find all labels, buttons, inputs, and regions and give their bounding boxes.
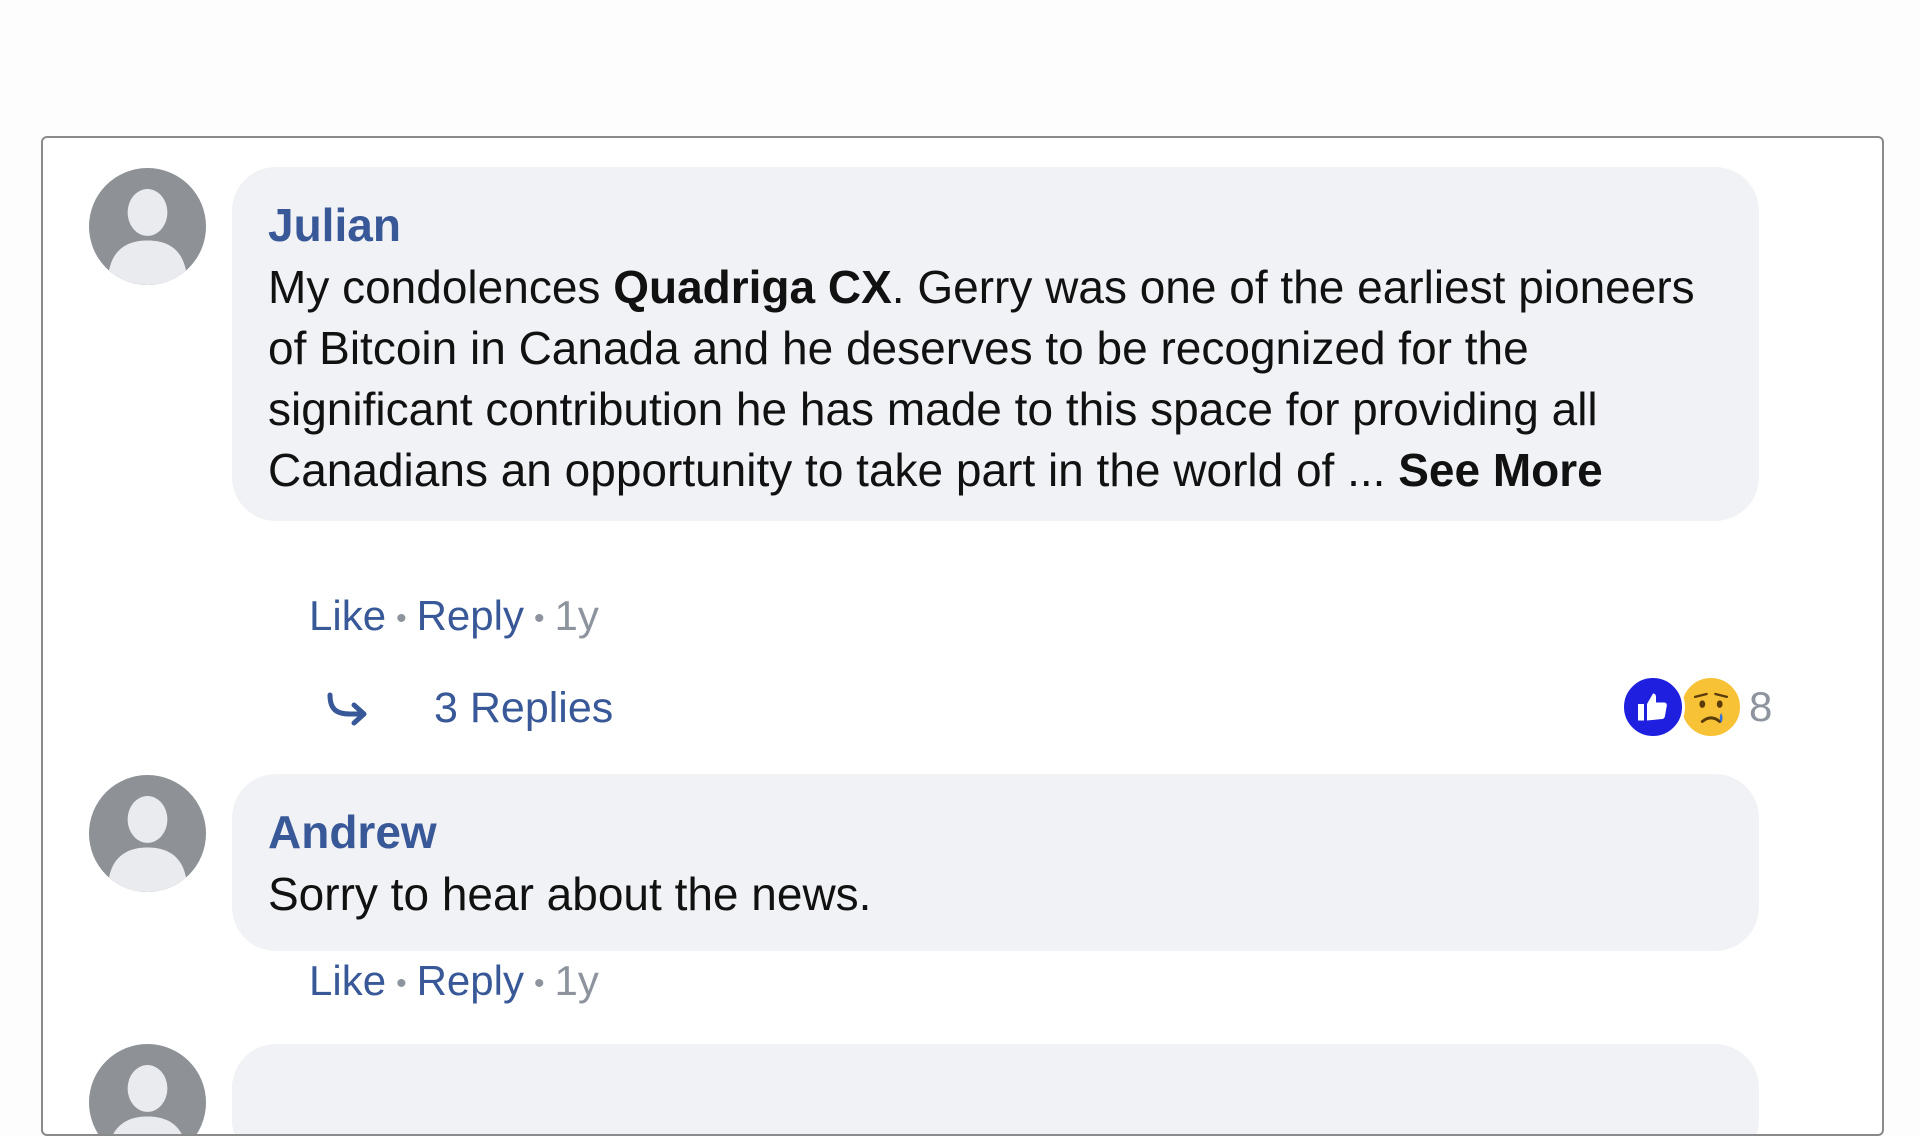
comment-author[interactable]: Andrew [268, 804, 1723, 860]
comment-actions: Like • Reply • 1y [309, 591, 599, 644]
comment-age: 1y [554, 957, 599, 1004]
comment-text: Sorry to hear about the news. [268, 868, 872, 920]
sad-icon [1679, 675, 1743, 739]
comment-text: My condolences Quadriga CX. Gerry was on… [268, 257, 1723, 501]
default-avatar-icon [89, 168, 206, 285]
like-button[interactable]: Like [309, 592, 386, 639]
separator-dot: • [396, 966, 407, 1000]
comment-bubble: Julian My condolences Quadriga CX. Gerry… [232, 167, 1759, 521]
comment-actions: Like • Reply • 1y [309, 956, 599, 1009]
default-avatar-icon [89, 1044, 206, 1134]
reply-arrow-icon [327, 692, 367, 725]
separator-dot: • [396, 601, 407, 635]
mention-tag[interactable]: Quadriga CX [613, 261, 892, 313]
like-button[interactable]: Like [309, 957, 386, 1004]
comment-bubble [232, 1044, 1759, 1134]
comment-bubble: Andrew Sorry to hear about the news. [232, 774, 1759, 951]
reply-button[interactable]: Reply [417, 957, 524, 1004]
separator-dot: • [533, 966, 545, 1000]
see-more-link[interactable]: See More [1398, 444, 1603, 496]
replies-count-label: 3 Replies [434, 684, 614, 732]
comment-age: 1y [554, 592, 599, 639]
avatar[interactable] [89, 1044, 206, 1134]
like-icon [1621, 675, 1685, 739]
avatar[interactable] [89, 775, 206, 892]
comment-author[interactable]: Julian [268, 197, 1723, 253]
default-avatar-icon [89, 775, 206, 892]
reply-button[interactable]: Reply [417, 592, 524, 639]
view-replies-link[interactable]: 3 Replies [324, 684, 613, 733]
separator-dot: • [533, 601, 545, 635]
comments-panel: Julian My condolences Quadriga CX. Gerry… [41, 136, 1884, 1136]
reactions-summary[interactable]: 8 [1621, 674, 1772, 740]
comment-text-part: My condolences [268, 261, 614, 313]
avatar[interactable] [89, 168, 206, 285]
reaction-count: 8 [1749, 683, 1773, 730]
